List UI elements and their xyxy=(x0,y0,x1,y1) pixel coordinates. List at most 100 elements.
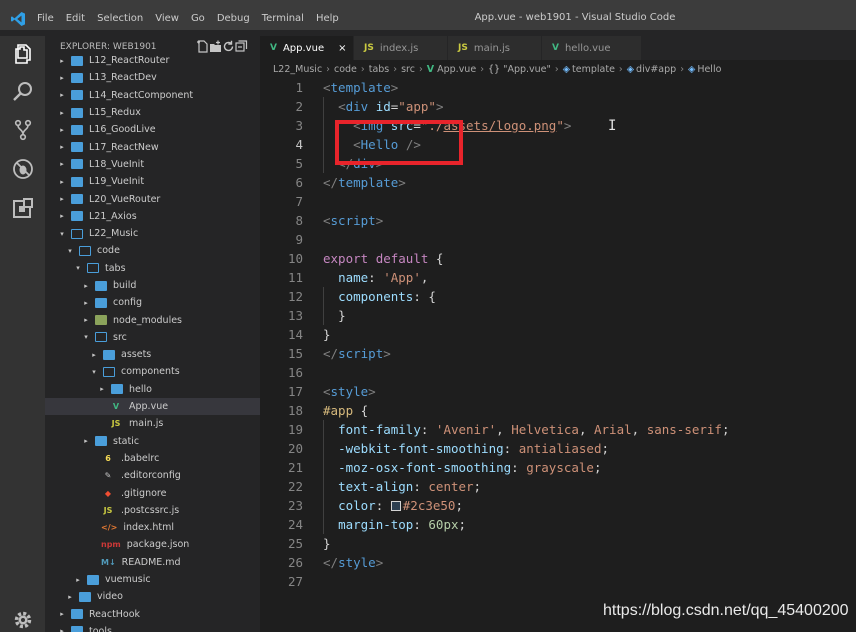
tree-item[interactable]: ▾ tabs xyxy=(45,260,260,277)
chevron-right-icon[interactable]: ▸ xyxy=(57,195,67,203)
menu-view[interactable]: View xyxy=(154,13,180,24)
code-line[interactable]: 24 margin-top: 60px; xyxy=(260,515,856,534)
chevron-right-icon[interactable]: ▸ xyxy=(57,91,67,99)
menu-terminal[interactable]: Terminal xyxy=(261,13,305,24)
close-icon[interactable]: × xyxy=(338,43,346,54)
tree-item[interactable]: ▸ config xyxy=(45,294,260,311)
tree-item[interactable]: ▸ L16_GoodLive xyxy=(45,121,260,138)
tree-item[interactable]: ▸ L13_ReactDev xyxy=(45,69,260,86)
menu-go[interactable]: Go xyxy=(190,13,206,24)
code-line[interactable]: 22 text-align: center; xyxy=(260,477,856,496)
code-line[interactable]: 21 -moz-osx-font-smoothing: grayscale; xyxy=(260,458,856,477)
tree-item[interactable]: ▾ L22_Music xyxy=(45,225,260,242)
code-line[interactable]: 9 xyxy=(260,230,856,249)
chevron-down-icon[interactable]: ▾ xyxy=(89,368,99,376)
chevron-right-icon[interactable]: ▸ xyxy=(57,627,67,632)
chevron-right-icon[interactable]: ▸ xyxy=(57,160,67,168)
breadcrumb-item[interactable]: src xyxy=(401,64,415,75)
chevron-right-icon[interactable]: ▸ xyxy=(73,576,83,584)
tree-item[interactable]: 6 .babelrc xyxy=(45,450,260,467)
breadcrumb-item[interactable]: code xyxy=(334,64,357,75)
tree-item[interactable]: ▸ L12_ReactRouter xyxy=(45,52,260,69)
code-line[interactable]: 15 </script> xyxy=(260,344,856,363)
code-line[interactable]: 13 } xyxy=(260,306,856,325)
chevron-down-icon[interactable]: ▾ xyxy=(57,230,67,238)
chevron-right-icon[interactable]: ▸ xyxy=(57,178,67,186)
chevron-down-icon[interactable]: ▾ xyxy=(81,333,91,341)
breadcrumb-item[interactable]: div#app xyxy=(636,64,676,75)
tab-hello-vue[interactable]: V hello.vue xyxy=(542,36,642,60)
breadcrumb-item[interactable]: template xyxy=(572,64,615,75)
chevron-right-icon[interactable]: ▸ xyxy=(81,437,91,445)
menu-file[interactable]: File xyxy=(36,13,55,24)
code-line[interactable]: 16 xyxy=(260,363,856,382)
breadcrumb-item[interactable]: L22_Music xyxy=(273,64,322,75)
tree-item[interactable]: ▸ L17_ReactNew xyxy=(45,138,260,155)
chevron-right-icon[interactable]: ▸ xyxy=(81,282,91,290)
tree-item[interactable]: M↓ README.md xyxy=(45,554,260,571)
tab-main-js[interactable]: JS main.js xyxy=(448,36,542,60)
tab-index-js[interactable]: JS index.js xyxy=(354,36,448,60)
tree-item[interactable]: ▸ L18_VueInit xyxy=(45,156,260,173)
search-icon[interactable] xyxy=(11,80,35,104)
breadcrumb-item[interactable]: App.vue xyxy=(437,64,476,75)
tree-item[interactable]: JS main.js xyxy=(45,415,260,432)
menu-help[interactable]: Help xyxy=(315,13,340,24)
code-line[interactable]: 12 components: { xyxy=(260,287,856,306)
chevron-right-icon[interactable]: ▸ xyxy=(89,351,99,359)
code-line[interactable]: 14} xyxy=(260,325,856,344)
tree-item[interactable]: ▸ hello xyxy=(45,381,260,398)
settings-gear-icon[interactable] xyxy=(11,608,35,632)
code-line[interactable]: 20 -webkit-font-smoothing: antialiased; xyxy=(260,439,856,458)
chevron-right-icon[interactable]: ▸ xyxy=(57,126,67,134)
tree-item[interactable]: ▸ ReactHook xyxy=(45,606,260,623)
chevron-right-icon[interactable]: ▸ xyxy=(57,57,67,65)
code-line[interactable]: 2 <div id="app"> xyxy=(260,97,856,116)
source-control-icon[interactable] xyxy=(11,118,35,142)
menu-selection[interactable]: Selection xyxy=(96,13,144,24)
breadcrumb-item[interactable]: "App.vue" xyxy=(503,64,551,75)
tree-item[interactable]: ▾ components xyxy=(45,363,260,380)
code-line[interactable]: 25} xyxy=(260,534,856,553)
breadcrumb-item[interactable]: Hello xyxy=(697,64,721,75)
tree-item[interactable]: ▸ tools xyxy=(45,623,260,632)
chevron-right-icon[interactable]: ▸ xyxy=(57,212,67,220)
tree-item[interactable]: ▸ node_modules xyxy=(45,311,260,328)
chevron-right-icon[interactable]: ▸ xyxy=(81,299,91,307)
tree-item[interactable]: JS .postcssrc.js xyxy=(45,502,260,519)
chevron-right-icon[interactable]: ▸ xyxy=(57,143,67,151)
tree-item[interactable]: ▸ static xyxy=(45,433,260,450)
chevron-right-icon[interactable]: ▸ xyxy=(97,385,107,393)
tree-item[interactable]: ▸ build xyxy=(45,277,260,294)
tree-item[interactable]: npm package.json xyxy=(45,536,260,553)
tree-item[interactable]: ✎ .editorconfig xyxy=(45,467,260,484)
tree-item[interactable]: ▸ L19_VueInit xyxy=(45,173,260,190)
chevron-right-icon[interactable]: ▸ xyxy=(57,74,67,82)
chevron-right-icon[interactable]: ▸ xyxy=(81,316,91,324)
code-line[interactable]: 11 name: 'App', xyxy=(260,268,856,287)
tree-item[interactable]: V App.vue xyxy=(45,397,260,416)
code-line[interactable]: 23 color: #2c3e50; xyxy=(260,496,856,515)
chevron-right-icon[interactable]: ▸ xyxy=(57,610,67,618)
tree-item[interactable]: ▸ L20_VueRouter xyxy=(45,190,260,207)
debug-icon[interactable] xyxy=(11,157,35,181)
menu-edit[interactable]: Edit xyxy=(65,13,86,24)
code-line[interactable]: 10 export default { xyxy=(260,249,856,268)
code-line[interactable]: 26 </style> xyxy=(260,553,856,572)
menu-debug[interactable]: Debug xyxy=(216,13,251,24)
extensions-icon[interactable] xyxy=(11,197,35,221)
tree-item[interactable]: </> index.html xyxy=(45,519,260,536)
tree-item[interactable]: ▸ assets xyxy=(45,346,260,363)
breadcrumb-item[interactable]: tabs xyxy=(369,64,390,75)
tree-item[interactable]: ▸ L14_ReactComponent xyxy=(45,87,260,104)
tree-item[interactable]: ▸ vuemusic xyxy=(45,571,260,588)
explorer-icon[interactable] xyxy=(11,42,35,66)
tree-item[interactable]: ▸ video xyxy=(45,588,260,605)
tree-item[interactable]: ▸ L21_Axios xyxy=(45,208,260,225)
code-line[interactable]: 7 xyxy=(260,192,856,211)
chevron-down-icon[interactable]: ▾ xyxy=(73,264,83,272)
code-line[interactable]: 6 </template> xyxy=(260,173,856,192)
tree-item[interactable]: ▾ code xyxy=(45,242,260,259)
code-line[interactable]: 27 xyxy=(260,572,856,591)
code-line[interactable]: 19 font-family: 'Avenir', Helvetica, Ari… xyxy=(260,420,856,439)
